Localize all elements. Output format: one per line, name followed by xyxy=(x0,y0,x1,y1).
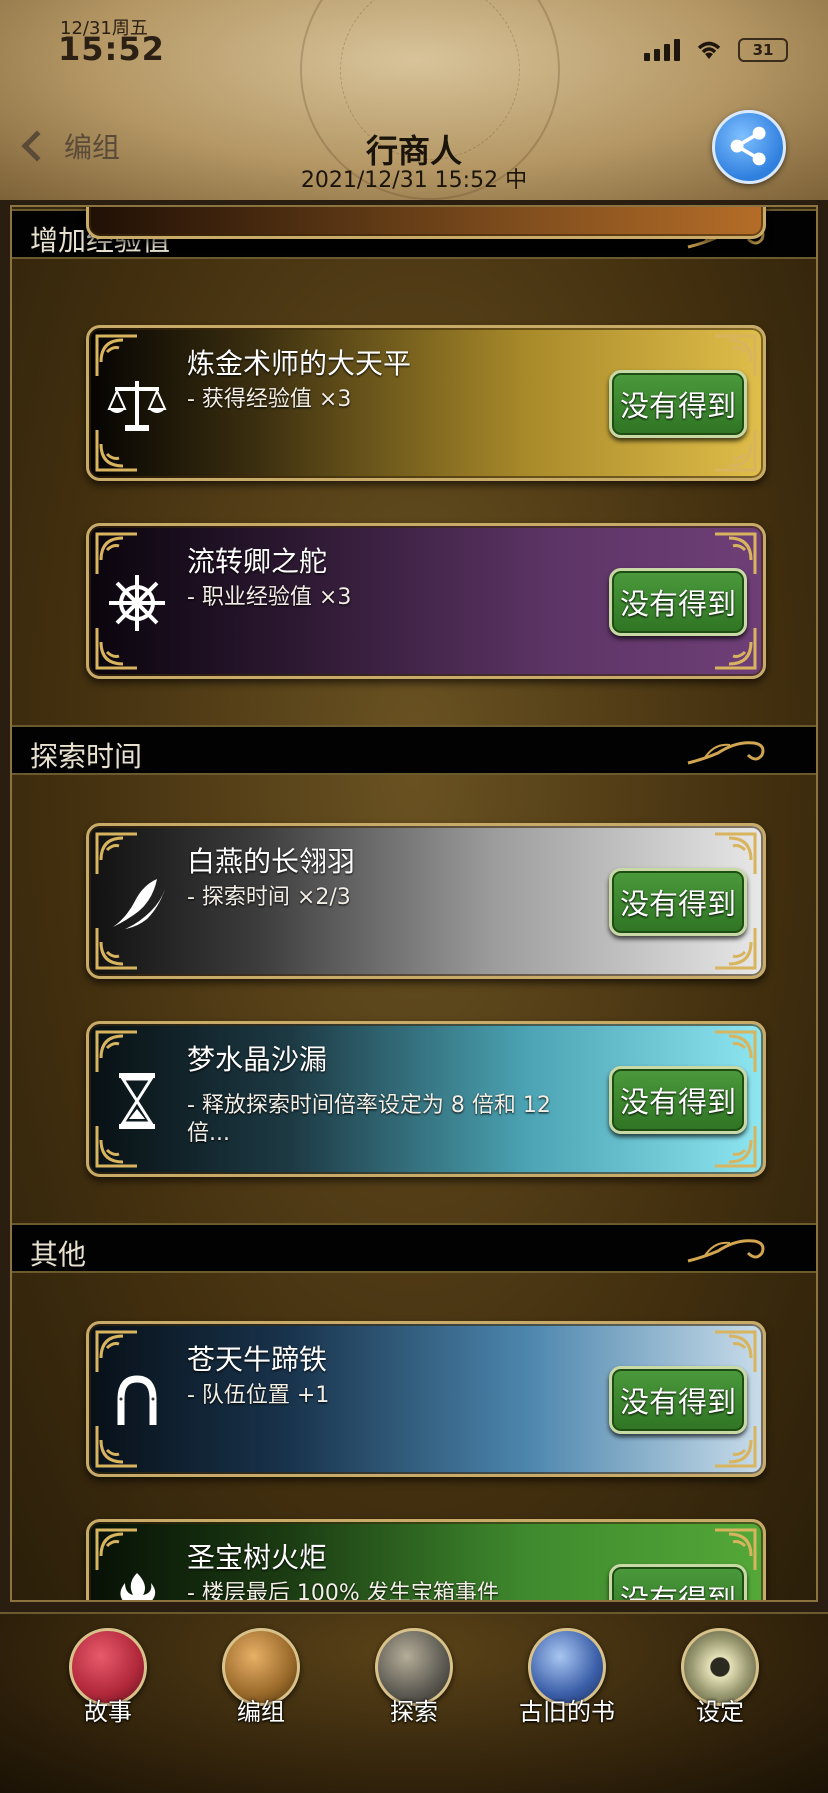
not-obtained-button[interactable]: 没有得到 xyxy=(609,1564,747,1600)
tab-explore[interactable]: 探索 xyxy=(359,1628,469,1738)
status-indicators: 31 xyxy=(644,38,788,62)
section-title: 探索时间 xyxy=(30,740,143,773)
tab-label: 故事 xyxy=(84,1698,132,1726)
item-name: 流转卿之舵 xyxy=(187,545,328,578)
item-desc: - 释放探索时间倍率设定为 8 倍和 12 倍... xyxy=(187,1093,551,1146)
tab-party[interactable]: 编组 xyxy=(206,1628,316,1738)
item-name: 圣宝树火炬 xyxy=(187,1541,328,1574)
item-card[interactable]: 圣宝树火炬 - 楼层最后 100% 发生宝箱事件 没有得到 xyxy=(86,1519,766,1602)
cellular-signal-icon xyxy=(644,39,680,61)
item-desc: - 队伍位置 +1 xyxy=(187,1383,330,1408)
item-card[interactable]: 炼金术师的大天平 - 获得经验值 ×3 没有得到 xyxy=(86,325,766,481)
item-name: 梦水晶沙漏 xyxy=(187,1043,328,1076)
item-card[interactable]: 白燕的长翎羽 - 探索时间 ×2/3 没有得到 xyxy=(86,823,766,979)
header-bar: 12/31周五 15:52 31 编组 行商人 2021/12/31 15:52… xyxy=(0,0,828,200)
wifi-icon xyxy=(697,41,721,59)
item-card[interactable]: 流转卿之舵 - 职业经验值 ×3 没有得到 xyxy=(86,523,766,679)
section-header-other: 其他 xyxy=(12,1223,816,1273)
status-time: 15:52 xyxy=(58,30,165,68)
tab-settings[interactable]: 设定 xyxy=(665,1628,775,1738)
flourish-icon xyxy=(687,741,765,765)
bottom-tab-bar: 故事 编组 探索 古旧的书 设定 xyxy=(0,1612,828,1793)
item-list-panel[interactable]: 增加经验值 炼金术师的大天平 - 获得经验值 ×3 没有得到 流转卿之舵 - 职… xyxy=(10,205,818,1602)
item-desc: - 楼层最后 100% 发生宝箱事件 xyxy=(187,1581,499,1602)
flourish-icon xyxy=(687,1239,765,1263)
feather-icon xyxy=(113,879,165,929)
tab-old-book[interactable]: 古旧的书 xyxy=(512,1628,622,1738)
item-name: 苍天牛蹄铁 xyxy=(187,1343,328,1376)
torch-icon xyxy=(120,1573,156,1600)
horseshoe-icon xyxy=(117,1375,157,1425)
item-card[interactable]: 梦水晶沙漏 - 释放探索时间倍率设定为 8 倍和 12 倍... 没有得到 xyxy=(86,1021,766,1177)
share-icon xyxy=(730,126,766,166)
not-obtained-button[interactable]: 没有得到 xyxy=(609,1366,747,1434)
section-header-explore-time: 探索时间 xyxy=(12,725,816,775)
not-obtained-button[interactable]: 没有得到 xyxy=(609,1066,747,1134)
tab-story[interactable]: 故事 xyxy=(53,1628,163,1738)
not-obtained-button[interactable]: 没有得到 xyxy=(609,568,747,636)
item-desc: - 职业经验值 ×3 xyxy=(187,585,352,610)
item-card[interactable]: 苍天牛蹄铁 - 队伍位置 +1 没有得到 xyxy=(86,1321,766,1477)
item-desc: - 探索时间 ×2/3 xyxy=(187,885,351,910)
tab-label: 探索 xyxy=(390,1698,438,1726)
section-title: 其他 xyxy=(30,1238,87,1271)
ship-wheel-icon xyxy=(109,575,165,631)
item-name: 白燕的长翎羽 xyxy=(187,845,356,878)
hourglass-icon xyxy=(119,1073,155,1129)
tab-label: 编组 xyxy=(237,1698,285,1726)
share-button[interactable] xyxy=(712,110,786,184)
not-obtained-button[interactable]: 没有得到 xyxy=(609,868,747,936)
balance-scale-icon xyxy=(107,381,167,431)
not-obtained-button[interactable]: 没有得到 xyxy=(609,370,747,438)
item-desc: - 获得经验值 ×3 xyxy=(187,387,352,412)
tab-label: 设定 xyxy=(696,1698,744,1726)
tab-label: 古旧的书 xyxy=(519,1698,615,1726)
item-name: 炼金术师的大天平 xyxy=(187,347,412,380)
item-card-partial xyxy=(86,207,766,239)
battery-indicator: 31 xyxy=(738,38,788,62)
page-subtitle: 2021/12/31 15:52 中 xyxy=(300,168,528,193)
